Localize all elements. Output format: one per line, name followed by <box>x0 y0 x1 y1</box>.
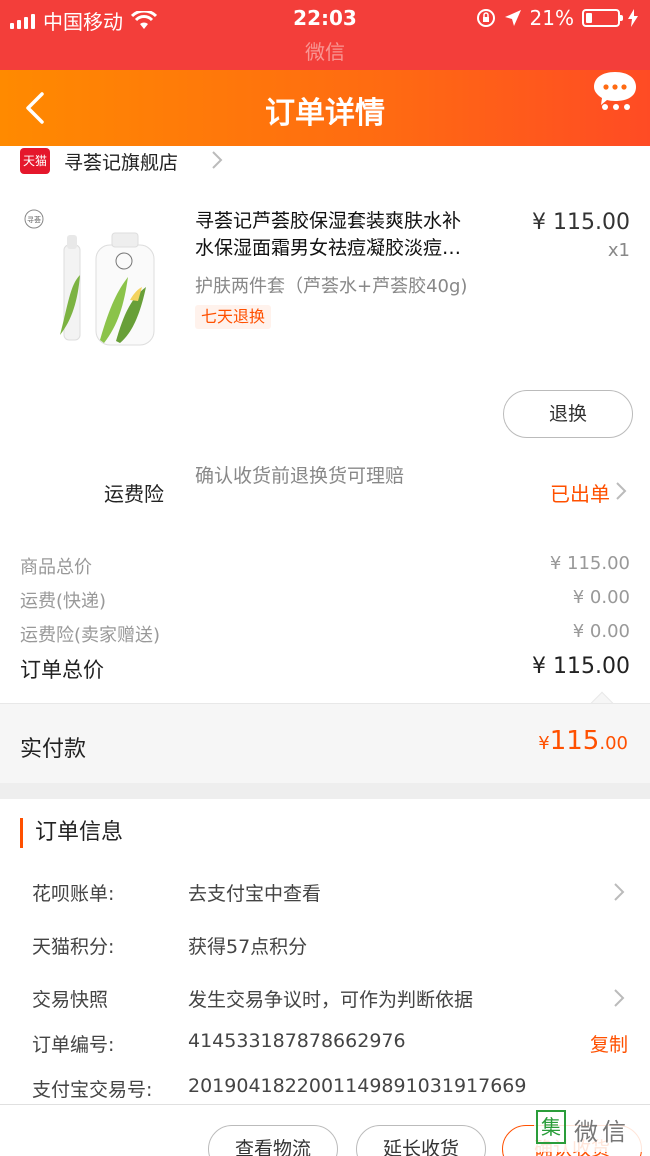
rotation-lock-icon <box>476 9 495 27</box>
price-line-goods: 商品总价 ¥ 115.00 <box>20 553 630 579</box>
return-policy-tag: 七天退换 <box>195 305 272 329</box>
svg-text:寻荟: 寻荟 <box>27 215 41 224</box>
product-price: ¥ 115.00 <box>532 210 630 235</box>
tmall-badge: 天猫 <box>20 148 50 174</box>
location-arrow-icon <box>504 10 521 26</box>
info-value: 获得57点积分 <box>188 936 308 958</box>
chevron-right-icon <box>212 151 223 169</box>
price-line-label: 商品总价 <box>20 557 92 578</box>
store-name[interactable]: 寻荟记旗舰店 <box>64 148 178 175</box>
watermark-logo: 集 微信 <box>534 1108 650 1152</box>
insurance-description: 确认收货前退换货可理赔 <box>195 465 405 487</box>
chevron-right-icon <box>614 883 625 901</box>
product-image[interactable]: 寻荟 <box>20 205 170 350</box>
order-total: 订单总价 ¥ 115.00 <box>20 654 630 684</box>
nav-bar: 订单详情 <box>0 70 650 146</box>
alipay-trade-number: 2019041822001149891031917669 <box>188 1075 527 1097</box>
order-total-value: ¥ 115.00 <box>532 654 630 679</box>
info-key: 订单编号: <box>32 1034 115 1056</box>
price-line-label: 运费险(卖家赠送) <box>20 625 161 646</box>
price-line-shipping: 运费(快递) ¥ 0.00 <box>20 587 630 613</box>
extend-receipt-button[interactable]: 延长收货 <box>356 1125 486 1156</box>
product-sku: 护肤两件套（芦荟水+芦荟胶40g) <box>195 276 468 297</box>
battery-percent: 21% <box>529 6 574 30</box>
info-key: 支付宝交易号: <box>32 1079 153 1101</box>
copy-button[interactable]: 复制 <box>590 1030 628 1057</box>
paid-decimal: .00 <box>599 733 628 754</box>
info-key: 花呗账单: <box>32 883 115 905</box>
section-divider <box>0 783 650 799</box>
paid-amount: ¥115.00 <box>538 726 628 756</box>
insurance-label: 运费险 <box>104 482 164 506</box>
price-line-value: ¥ 0.00 <box>572 621 630 642</box>
currency-symbol: ¥ <box>538 733 550 754</box>
paid-label: 实付款 <box>20 737 87 762</box>
more-dots-icon[interactable] <box>602 104 630 110</box>
chevron-right-icon[interactable] <box>614 481 628 501</box>
product-title[interactable]: 寻荟记芦荟胶保湿套装爽肤水补 水保湿面霜男女祛痘凝胶淡痘… <box>195 208 525 262</box>
charging-icon <box>628 9 638 27</box>
info-value[interactable]: 去支付宝中查看 <box>188 879 321 906</box>
watermark-mark: 集 <box>536 1110 566 1144</box>
battery-icon <box>582 9 623 27</box>
price-line-insurance: 运费险(卖家赠送) ¥ 0.00 <box>20 621 630 647</box>
refund-exchange-button[interactable]: 退换 <box>503 390 633 438</box>
price-line-value: ¥ 0.00 <box>572 587 630 608</box>
product-title-line2: 水保湿面霜男女祛痘凝胶淡痘… <box>195 237 462 259</box>
info-value[interactable]: 发生交易争议时，可作为判断依据 <box>188 985 473 1012</box>
price-line-label: 运费(快递) <box>20 591 107 612</box>
info-key: 天猫积分: <box>32 936 115 958</box>
view-logistics-button[interactable]: 查看物流 <box>208 1125 338 1156</box>
watermark-text: 微信 <box>574 1118 630 1146</box>
order-number: 414533187878662976 <box>188 1030 406 1052</box>
page-title: 订单详情 <box>265 96 385 131</box>
info-key: 交易快照 <box>32 989 109 1011</box>
paid-integer: 115 <box>549 726 600 756</box>
store-row[interactable]: 天猫 寻荟记旗舰店 <box>0 146 650 180</box>
wechat-title: 微信 <box>305 40 345 64</box>
product-quantity: x1 <box>607 240 630 261</box>
insurance-status[interactable]: 已出单 <box>550 478 610 507</box>
order-info-title: 订单信息 <box>20 818 123 848</box>
paid-amount-box: 实付款 ¥115.00 <box>0 703 650 783</box>
chevron-right-icon <box>614 989 625 1007</box>
product-title-line1: 寻荟记芦荟胶保湿套装爽肤水补 <box>195 210 462 232</box>
price-line-value: ¥ 115.00 <box>549 553 630 574</box>
order-total-label: 订单总价 <box>20 658 104 682</box>
status-bar: 中国移动 22:03 21% <box>0 0 650 36</box>
wechat-sub-bar: 微信 <box>0 36 650 70</box>
